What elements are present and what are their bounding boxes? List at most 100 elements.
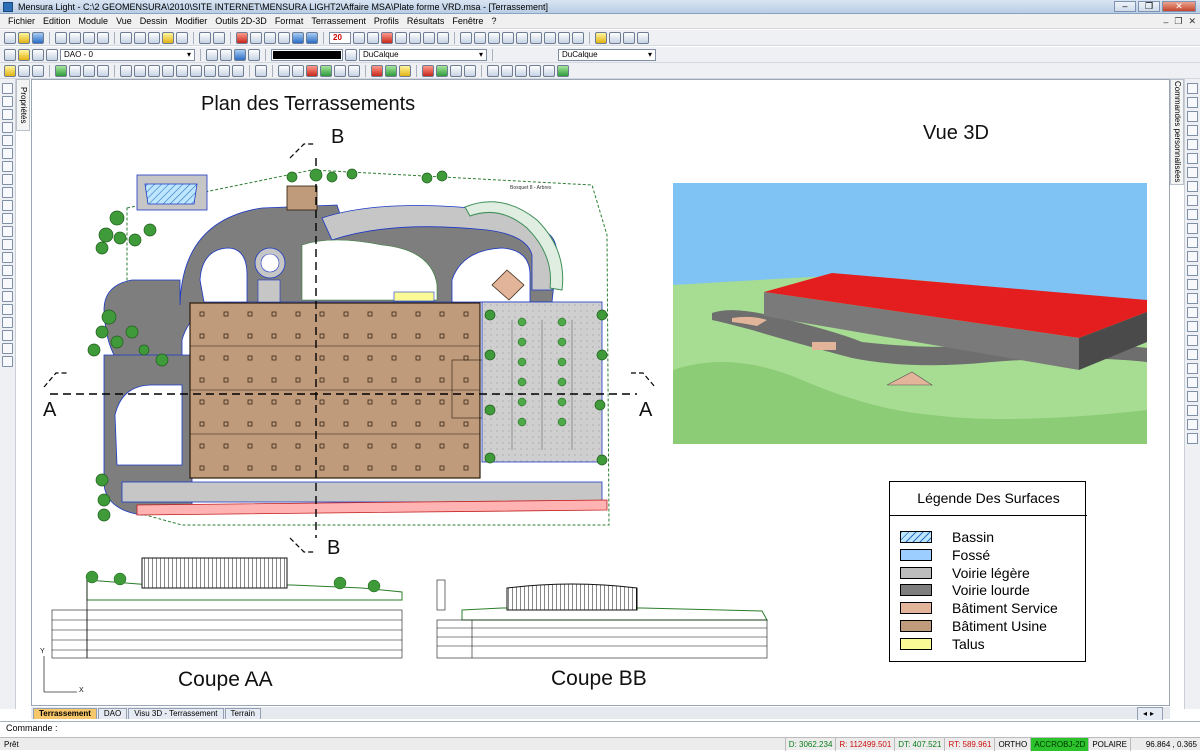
layer-walk-icon[interactable]	[248, 48, 260, 61]
layer-select[interactable]: DAO - 0 ▾	[60, 48, 195, 61]
viewport-icon[interactable]	[334, 64, 346, 77]
layer-tool-icon[interactable]	[2, 343, 13, 354]
measure-icon[interactable]	[595, 31, 607, 44]
line-tool-icon[interactable]	[2, 109, 13, 120]
block-icon[interactable]	[176, 31, 188, 44]
snap-insertion-icon[interactable]	[1187, 181, 1198, 192]
ucs-previous-icon[interactable]	[1187, 433, 1198, 444]
drawing-canvas[interactable]: Plan des Terrassements Vue 3D A A B B Co…	[31, 79, 1170, 706]
point-icon[interactable]	[190, 64, 202, 77]
grid-icon[interactable]	[250, 31, 262, 44]
mdi-restore-button[interactable]: ❐	[1174, 16, 1182, 27]
zoom-all-icon[interactable]	[544, 31, 556, 44]
menu-fenetre[interactable]: Fenêtre	[448, 14, 487, 29]
new-file-icon[interactable]	[4, 31, 16, 44]
shade-icon[interactable]	[385, 64, 397, 77]
embankment-icon[interactable]	[55, 64, 67, 77]
triangulation-icon[interactable]	[162, 64, 174, 77]
ucs-view-icon[interactable]	[1187, 349, 1198, 360]
layer-isolate-icon[interactable]	[234, 48, 246, 61]
polar-icon[interactable]	[381, 31, 393, 44]
circle-tool-icon[interactable]	[2, 148, 13, 159]
slope-icon[interactable]	[32, 64, 44, 77]
layer-state-icon[interactable]	[292, 31, 304, 44]
spline-tool-icon[interactable]	[2, 187, 13, 198]
paste-icon[interactable]	[148, 31, 160, 44]
layer-on-icon[interactable]	[18, 48, 30, 61]
minimize-button[interactable]: –	[1114, 1, 1136, 12]
menu-terrassement[interactable]: Terrassement	[307, 14, 370, 29]
menu-format[interactable]: Format	[271, 14, 308, 29]
properties-tool-icon[interactable]	[2, 356, 13, 367]
breakline-icon[interactable]	[176, 64, 188, 77]
match-properties-icon[interactable]	[162, 31, 174, 44]
export-icon[interactable]	[436, 64, 448, 77]
publish-icon[interactable]	[83, 31, 95, 44]
model-space-icon[interactable]	[437, 31, 449, 44]
menu-help[interactable]: ?	[487, 14, 500, 29]
tab-terrain[interactable]: Terrain	[224, 708, 261, 719]
copy-icon[interactable]	[134, 31, 146, 44]
level-icon[interactable]	[204, 64, 216, 77]
ucs-origin-icon[interactable]	[1187, 321, 1198, 332]
open-file-icon[interactable]	[18, 31, 30, 44]
snap-nearest-icon[interactable]	[1187, 223, 1198, 234]
frame-icon[interactable]	[348, 64, 360, 77]
command-line[interactable]: Commande :	[0, 721, 1200, 734]
snap-extension-icon[interactable]	[1187, 167, 1198, 178]
tab-terrassement[interactable]: Terrassement	[33, 708, 97, 719]
close-button[interactable]: ✕	[1162, 1, 1196, 12]
ortho-toggle[interactable]: ORTHO	[994, 738, 1030, 751]
table-icon[interactable]	[609, 31, 621, 44]
platform-icon[interactable]	[18, 64, 30, 77]
color-select[interactable]	[271, 48, 343, 61]
help-icon[interactable]	[306, 31, 318, 44]
tab-visu-3d[interactable]: Visu 3D - Terrassement	[128, 708, 224, 719]
ucs-3point-icon[interactable]	[1187, 335, 1198, 346]
snap-endpoint-icon[interactable]	[1187, 83, 1198, 94]
lineweight-select[interactable]: DuCalque ▾	[558, 48, 656, 61]
fillet-tool-icon[interactable]	[2, 317, 13, 328]
warning-icon[interactable]	[399, 64, 411, 77]
zoom-extents-icon[interactable]	[558, 31, 570, 44]
layer-lock-icon[interactable]	[46, 48, 58, 61]
ellipse-tool-icon[interactable]	[2, 174, 13, 185]
point-tool-icon[interactable]	[2, 96, 13, 107]
orbit-icon[interactable]	[543, 64, 555, 77]
rotate-icon[interactable]	[501, 64, 513, 77]
snap-midpoint-icon[interactable]	[1187, 97, 1198, 108]
terrain-icon[interactable]	[4, 64, 16, 77]
snap-perpendicular-icon[interactable]	[1187, 195, 1198, 206]
block-insert-icon[interactable]	[2, 239, 13, 250]
dimension-tool-icon[interactable]	[2, 213, 13, 224]
menu-vue[interactable]: Vue	[112, 14, 136, 29]
redo-icon[interactable]	[213, 31, 225, 44]
zoom-out-icon[interactable]	[530, 31, 542, 44]
scale-icon[interactable]	[515, 64, 527, 77]
rectangle-tool-icon[interactable]	[2, 135, 13, 146]
render-icon[interactable]	[371, 64, 383, 77]
contour-icon[interactable]	[148, 64, 160, 77]
snap-apparent-icon[interactable]	[1187, 237, 1198, 248]
ortho-icon[interactable]	[367, 31, 379, 44]
regen-icon[interactable]	[236, 31, 248, 44]
polyline-tool-icon[interactable]	[2, 122, 13, 133]
save-icon[interactable]	[32, 31, 44, 44]
tracking-icon[interactable]	[409, 31, 421, 44]
image-icon[interactable]	[278, 64, 290, 77]
snap-center-icon[interactable]	[1187, 111, 1198, 122]
lineweight-icon[interactable]	[423, 31, 435, 44]
osnap-toggle[interactable]: ACCROBJ-2D	[1030, 738, 1089, 751]
make-current-icon[interactable]	[206, 48, 218, 61]
undo-icon[interactable]	[199, 31, 211, 44]
ucs-object-icon[interactable]	[1187, 363, 1198, 374]
zoom-value-box[interactable]: 20	[329, 31, 351, 44]
print-icon[interactable]	[55, 31, 67, 44]
zoom-window-icon[interactable]	[488, 31, 500, 44]
text-tool-icon[interactable]	[2, 200, 13, 211]
settings-icon[interactable]	[464, 64, 476, 77]
tab-dao[interactable]: DAO	[97, 708, 128, 719]
grid-toggle-icon[interactable]	[353, 31, 365, 44]
properties-panel-tab[interactable]: Propriétés	[16, 79, 30, 131]
hatch-icon[interactable]	[292, 64, 304, 77]
